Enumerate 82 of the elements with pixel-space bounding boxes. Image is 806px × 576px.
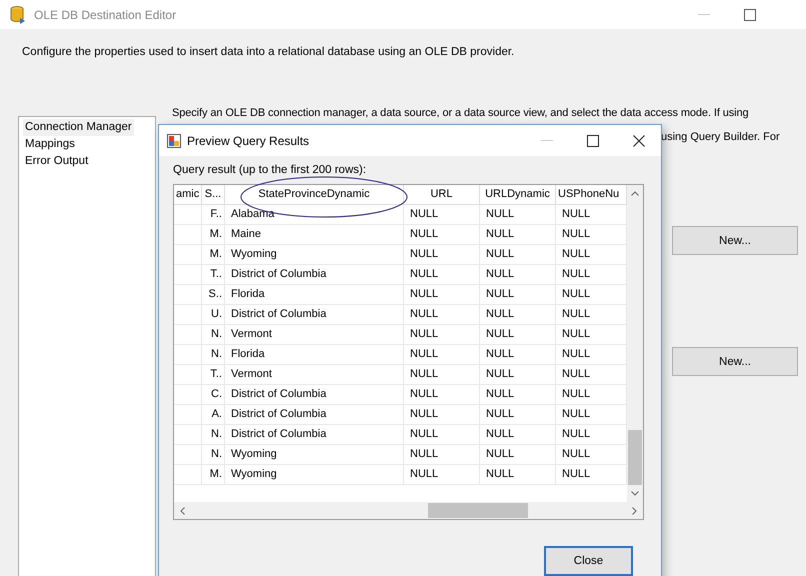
table-cell: NULL	[404, 365, 480, 385]
table-cell: A.	[202, 405, 225, 425]
table-cell: District of Columbia	[225, 265, 404, 285]
table-cell: Wyoming	[225, 445, 404, 465]
table-cell: NULL	[480, 225, 556, 245]
table-cell: NULL	[480, 445, 556, 465]
table-cell: NULL	[480, 425, 556, 445]
table-cell: NULL	[404, 345, 480, 365]
table-cell: M.	[202, 225, 225, 245]
table-cell: NULL	[480, 385, 556, 405]
new-button[interactable]: New...	[672, 226, 798, 255]
table-cell: Florida	[225, 285, 404, 305]
sidebar-item[interactable]: Error Output	[23, 153, 90, 170]
table-cell: NULL	[404, 225, 480, 245]
dialog-title: Preview Query Results	[187, 134, 310, 148]
table-cell: NULL	[480, 305, 556, 325]
table-cell: C.	[202, 385, 225, 405]
description-text: Configure the properties used to insert data into a relational database using an OLE DB provider.	[22, 46, 514, 58]
instruction-text: using Query Builder. For	[661, 131, 780, 143]
close-button[interactable]: Close	[544, 546, 633, 576]
column-header[interactable]: URLDynamic	[480, 185, 556, 205]
table-cell: NULL	[480, 285, 556, 305]
table-cell: District of Columbia	[225, 385, 404, 405]
column-header[interactable]: URL	[404, 185, 480, 205]
table-cell: NULL	[404, 285, 480, 305]
table-cell: N.	[202, 345, 225, 365]
table-cell: NULL	[404, 465, 480, 485]
table-cell: NULL	[404, 385, 480, 405]
table-cell: NULL	[404, 305, 480, 325]
table-cell: F..	[202, 205, 225, 225]
table-cell: M.	[202, 465, 225, 485]
column-header[interactable]: S...	[202, 185, 225, 205]
table-cell: Florida	[225, 345, 404, 365]
column-header[interactable]: amic	[174, 185, 202, 205]
instruction-text: Specify an OLE DB connection manager, a data source, or a data source view, and select the data access mode. If using	[172, 107, 749, 119]
table-cell: NULL	[480, 365, 556, 385]
table-cell: NULL	[404, 425, 480, 445]
sidebar-item[interactable]: Mappings	[23, 136, 77, 153]
table-cell: N.	[202, 325, 225, 345]
table-cell: NULL	[480, 265, 556, 285]
table-cell: District of Columbia	[225, 425, 404, 445]
query-result-label: Query result (up to the first 200 rows):	[173, 164, 368, 176]
table-cell: Alabama	[225, 205, 404, 225]
table-cell: T..	[202, 365, 225, 385]
table-cell: S..	[202, 285, 225, 305]
table-cell: Vermont	[225, 365, 404, 385]
table-cell: Maine	[225, 225, 404, 245]
maximize-icon[interactable]	[744, 8, 756, 20]
table-cell: NULL	[480, 465, 556, 485]
table-cell: Vermont	[225, 325, 404, 345]
table-cell: M.	[202, 245, 225, 265]
database-icon	[10, 6, 26, 24]
table-cell: NULL	[404, 325, 480, 345]
sidebar-item[interactable]: Connection Manager	[23, 119, 134, 136]
table-cell: N.	[202, 445, 225, 465]
table-cell: NULL	[480, 325, 556, 345]
column-header[interactable]: USPhoneNu	[556, 185, 627, 205]
table-cell: District of Columbia	[225, 305, 404, 325]
table-cell: T..	[202, 265, 225, 285]
table-cell: N.	[202, 425, 225, 445]
table-cell: NULL	[480, 405, 556, 425]
new-button[interactable]: New...	[672, 347, 798, 376]
table-cell: Wyoming	[225, 245, 404, 265]
table-cell: NULL	[404, 205, 480, 225]
scrollbar-thumb[interactable]	[428, 503, 528, 518]
table-cell: NULL	[404, 405, 480, 425]
maximize-icon[interactable]	[587, 134, 599, 146]
table-cell: NULL	[480, 205, 556, 225]
vertical-scrollbar[interactable]	[627, 185, 643, 502]
table-cell: NULL	[480, 345, 556, 365]
table-cell: Wyoming	[225, 465, 404, 485]
table-cell: NULL	[404, 445, 480, 465]
table-cell: U.	[202, 305, 225, 325]
window-title: OLE DB Destination Editor	[34, 8, 176, 22]
scrollbar-thumb[interactable]	[628, 430, 642, 485]
close-icon[interactable]	[633, 134, 645, 146]
table-cell: NULL	[480, 245, 556, 265]
table-cell: NULL	[404, 265, 480, 285]
grid-window-icon	[167, 134, 181, 148]
column-header[interactable]: StateProvinceDynamic	[225, 185, 404, 205]
table-cell: NULL	[404, 245, 480, 265]
table-cell: District of Columbia	[225, 405, 404, 425]
